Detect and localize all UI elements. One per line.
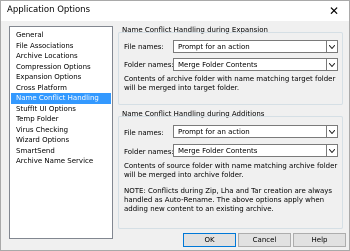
options-window: Application Options ✕ General File Assoc… <box>0 0 350 251</box>
nav-item-smartsend[interactable]: SmartSend <box>11 146 111 157</box>
expansion-folder-names-label: Folder names: <box>124 61 174 69</box>
chevron-down-icon[interactable] <box>326 59 337 70</box>
additions-folder-names-select[interactable]: Merge Folder Contents <box>173 144 338 157</box>
nav-item-cross-platform[interactable]: Cross Platform <box>11 83 111 94</box>
expansion-file-names-label: File names: <box>124 43 164 51</box>
window-title: Application Options <box>7 5 90 15</box>
ok-button[interactable]: OK <box>183 233 236 247</box>
nav-item-name-conflict-handling[interactable]: Name Conflict Handling <box>11 93 111 104</box>
expansion-file-names-select[interactable]: Prompt for an action <box>173 40 338 53</box>
nav-item-file-associations[interactable]: File Associations <box>11 41 111 52</box>
expansion-file-names-value: Prompt for an action <box>178 42 250 51</box>
expansion-folder-names-value: Merge Folder Contents <box>178 60 258 69</box>
additions-description: Contents of source folder with name matc… <box>124 162 338 179</box>
close-icon[interactable]: ✕ <box>319 1 349 21</box>
additions-file-names-label: File names: <box>124 129 164 137</box>
title-bar[interactable]: Application Options ✕ <box>1 1 349 21</box>
nav-item-compression-options[interactable]: Compression Options <box>11 62 111 73</box>
chevron-down-icon[interactable] <box>326 145 337 156</box>
chevron-down-icon[interactable] <box>326 126 337 137</box>
cancel-button[interactable]: Cancel <box>238 233 291 247</box>
additions-folder-names-label: Folder names: <box>124 148 174 156</box>
nav-item-wizard-options[interactable]: Wizard Options <box>11 135 111 146</box>
nav-item-archive-name-service[interactable]: Archive Name Service <box>11 156 111 167</box>
nav-item-general[interactable]: General <box>11 30 111 41</box>
additions-file-names-select[interactable]: Prompt for an action <box>173 125 338 138</box>
expansion-folder-names-select[interactable]: Merge Folder Contents <box>173 58 338 71</box>
expansion-description: Contents of archive folder with name mat… <box>124 75 336 92</box>
additions-note: NOTE: Conflicts during Zip, Lha and Tar … <box>124 187 333 213</box>
help-button[interactable]: Help <box>293 233 346 247</box>
nav-item-virus-checking[interactable]: Virus Checking <box>11 125 111 136</box>
nav-item-temp-folder[interactable]: Temp Folder <box>11 114 111 125</box>
nav-item-expansion-options[interactable]: Expansion Options <box>11 72 111 83</box>
nav-item-archive-locations[interactable]: Archive Locations <box>11 51 111 62</box>
nav-item-stuffit-ui-options[interactable]: StuffIt UI Options <box>11 104 111 115</box>
options-category-list[interactable]: General File Associations Archive Locati… <box>9 26 113 239</box>
additions-file-names-value: Prompt for an action <box>178 127 250 136</box>
additions-folder-names-value: Merge Folder Contents <box>178 146 258 155</box>
chevron-down-icon[interactable] <box>326 41 337 52</box>
